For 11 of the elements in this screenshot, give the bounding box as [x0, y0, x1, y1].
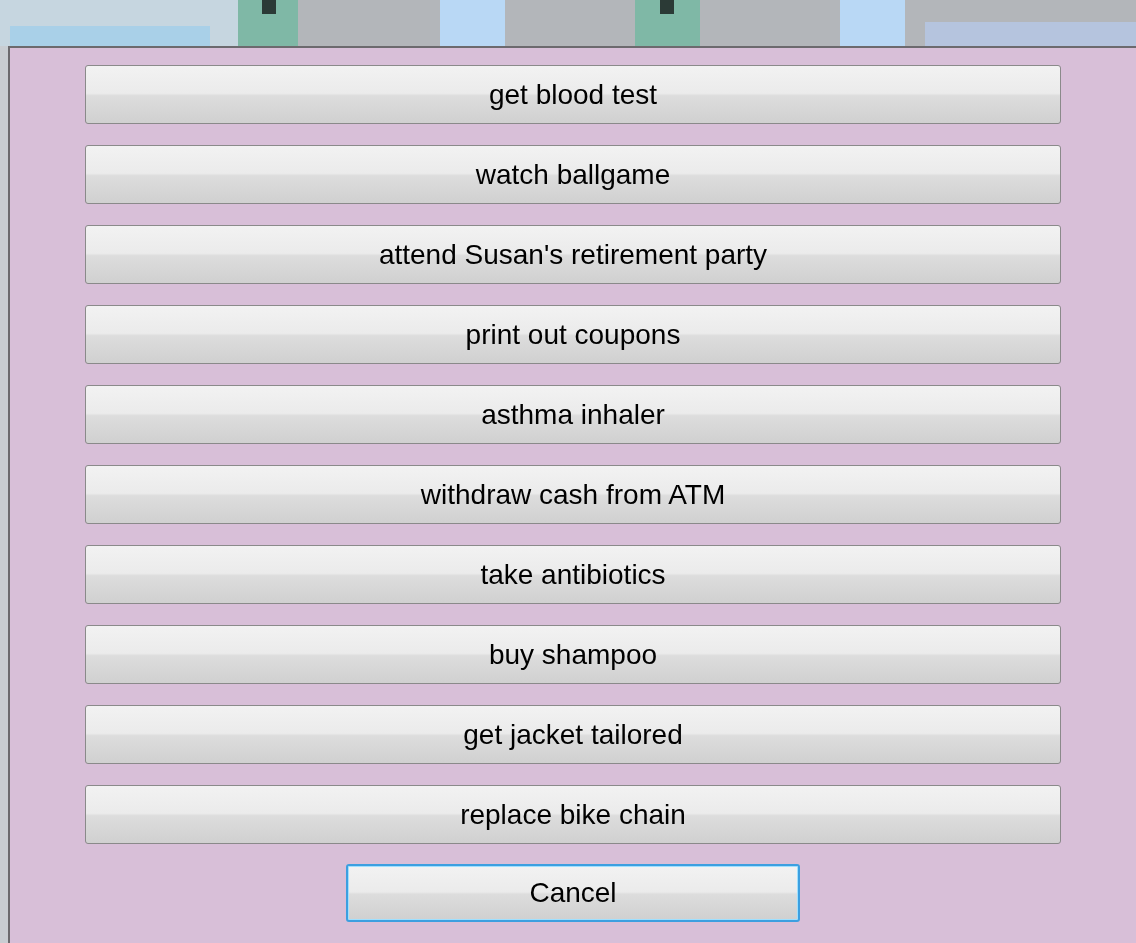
choice-button[interactable]: take antibiotics	[85, 545, 1061, 604]
choice-button[interactable]: watch ballgame	[85, 145, 1061, 204]
choice-button[interactable]: withdraw cash from ATM	[85, 465, 1061, 524]
choice-button[interactable]: asthma inhaler	[85, 385, 1061, 444]
choice-button[interactable]: print out coupons	[85, 305, 1061, 364]
choice-button[interactable]: get blood test	[85, 65, 1061, 124]
choice-button[interactable]: buy shampoo	[85, 625, 1061, 684]
cancel-button[interactable]: Cancel	[346, 864, 800, 922]
choice-button[interactable]: attend Susan's retirement party	[85, 225, 1061, 284]
choice-button[interactable]: get jacket tailored	[85, 705, 1061, 764]
choice-button[interactable]: replace bike chain	[85, 785, 1061, 844]
